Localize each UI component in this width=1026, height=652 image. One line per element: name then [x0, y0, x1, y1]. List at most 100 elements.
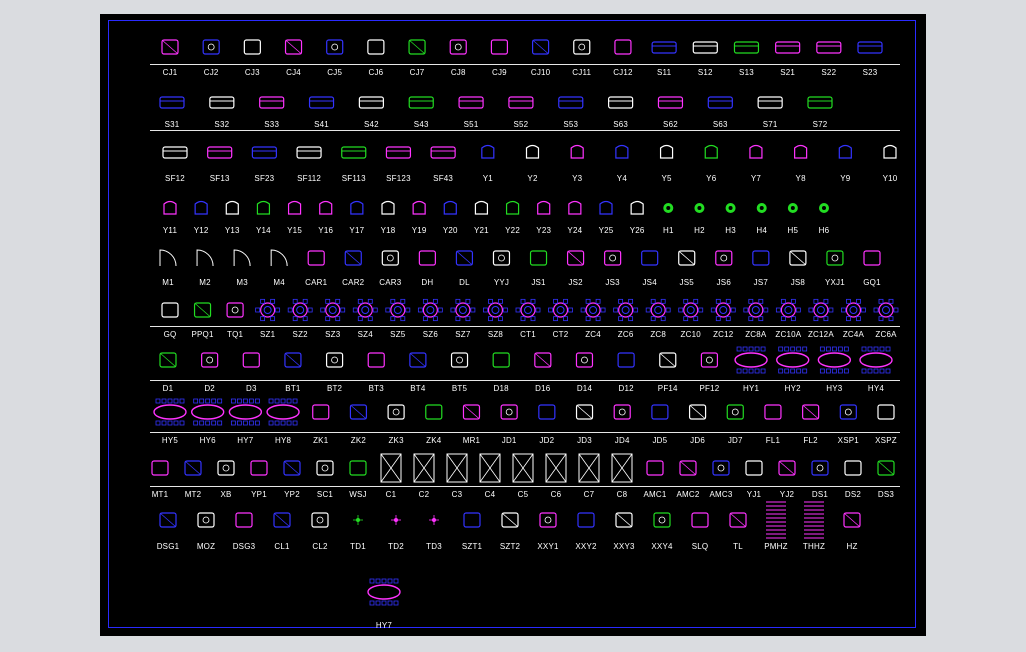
- cad-symbol-amc1: [646, 460, 664, 476]
- symbol-label: XSPZ: [875, 436, 897, 445]
- cad-symbol-zc4a: [841, 298, 866, 322]
- symbol-label: Y25: [598, 226, 614, 235]
- cad-symbol-xsp1: [839, 404, 857, 420]
- symbol-label: FL1: [765, 436, 781, 445]
- cad-symbol-d18: [492, 352, 510, 368]
- cad-symbol-y11: [163, 200, 177, 215]
- cad-symbol-zk1: [312, 404, 330, 420]
- cad-symbol-d3: [242, 352, 260, 368]
- symbol-label: HY8: [274, 436, 292, 445]
- symbol-label: SF43: [433, 174, 454, 183]
- symbol-label: H3: [725, 226, 736, 235]
- cad-symbol-mt1: [151, 460, 169, 476]
- symbol-label: GQ1: [863, 278, 881, 287]
- symbol-label: S63: [613, 120, 629, 129]
- symbol-label: C2: [418, 490, 430, 499]
- symbol-label: XXY4: [651, 542, 673, 551]
- cad-symbol-hy7: [367, 578, 401, 606]
- symbol-label: S62: [663, 120, 678, 129]
- cad-symbol-c3: [446, 453, 468, 483]
- cad-symbol-dh: [418, 250, 436, 266]
- cad-symbol-c7: [578, 453, 600, 483]
- cad-symbol-mr1: [462, 404, 481, 420]
- cad-symbol-y5: [659, 144, 674, 159]
- cad-symbol-hy7: [228, 398, 263, 426]
- cad-symbol-s53: [558, 96, 584, 109]
- symbol-label: Y6: [706, 174, 717, 183]
- cad-symbol-cj1: [161, 39, 179, 55]
- symbol-label: C4: [484, 490, 496, 499]
- row-separator-line: [150, 130, 900, 131]
- cad-symbol-y25: [599, 200, 613, 215]
- symbol-label: H2: [694, 226, 705, 235]
- symbol-label: S21: [780, 68, 796, 77]
- cad-symbol-js4: [641, 250, 659, 266]
- symbol-label: C7: [583, 490, 595, 499]
- cad-symbol-sf112: [296, 146, 322, 159]
- symbol-label: BT1: [285, 384, 301, 393]
- cad-symbol-h2: [694, 203, 705, 213]
- cad-symbol-jd6: [688, 404, 707, 420]
- symbol-label: PF14: [657, 384, 678, 393]
- cad-symbol-hy6: [190, 398, 225, 426]
- symbol-label: Y4: [616, 174, 627, 183]
- cad-symbol-cj5: [326, 39, 344, 55]
- cad-symbol-pf12: [700, 352, 719, 368]
- symbol-label: ZC10A: [775, 330, 802, 339]
- symbol-label: MOZ: [196, 542, 216, 551]
- cad-symbol-y8: [794, 144, 808, 159]
- cad-symbol-yxj1: [826, 250, 844, 266]
- symbol-label: D18: [493, 384, 509, 393]
- symbol-label: Y15: [287, 226, 302, 235]
- symbol-label: Y7: [750, 174, 762, 183]
- symbol-label: Y9: [840, 174, 851, 183]
- symbol-label: SF123: [386, 174, 411, 183]
- cad-symbol-cj10: [531, 39, 550, 55]
- cad-symbol-fl1: [764, 404, 782, 420]
- symbol-label: ZK4: [426, 436, 442, 445]
- symbol-label: JD6: [690, 436, 705, 445]
- cad-symbol-dsg1: [159, 512, 177, 528]
- symbol-label: SZ3: [325, 330, 341, 339]
- symbol-label: S51: [463, 120, 479, 129]
- cad-symbol-s21: [775, 41, 801, 54]
- symbol-label: SZ8: [487, 330, 504, 339]
- cad-drawing-viewport[interactable]: CJ1 CJ2 CJ3 CJ4 CJ5 CJ6 CJ7 CJ8 CJ9 CJ10 CJ11 CJ12 S…: [100, 14, 926, 636]
- symbol-label: JD2: [539, 436, 555, 445]
- cad-symbol-h3: [725, 203, 736, 213]
- cad-symbol-sc1: [316, 460, 334, 476]
- row-separator-line: [150, 64, 900, 65]
- cad-symbol-pf14: [659, 352, 677, 368]
- cad-symbol-cj8: [449, 39, 467, 55]
- cad-symbol-d16: [534, 352, 552, 368]
- symbol-label: Y16: [318, 226, 334, 235]
- cad-symbol-sz3: [320, 298, 346, 322]
- cad-symbol-y17: [350, 200, 364, 215]
- cad-symbol-y16: [319, 200, 333, 215]
- symbol-label: Y20: [442, 226, 458, 235]
- cad-symbol-dsg3: [235, 512, 253, 528]
- symbol-label: DSG1: [156, 542, 180, 551]
- symbol-label: DS2: [844, 490, 862, 499]
- cad-symbol-car2: [344, 250, 362, 266]
- cad-symbol-c6: [545, 453, 567, 483]
- symbol-label: TD3: [426, 542, 442, 551]
- symbol-label: SZ6: [422, 330, 438, 339]
- symbol-label: Y8: [795, 174, 806, 183]
- cad-symbol-zc4: [580, 298, 606, 322]
- cad-symbol-s23: [857, 41, 883, 54]
- symbol-label: HY1: [742, 384, 760, 393]
- cad-symbol-cj3: [243, 39, 261, 55]
- symbol-label: CT2: [552, 330, 569, 339]
- symbol-label: Y19: [411, 226, 427, 235]
- cad-symbol-sz8: [483, 298, 508, 322]
- cad-symbol-jd7: [726, 404, 744, 420]
- cad-symbol-y22: [505, 200, 520, 215]
- cad-symbol-ds1: [811, 460, 829, 476]
- symbol-label: JS1: [531, 278, 546, 287]
- symbol-label: CJ5: [327, 68, 343, 77]
- symbol-label: CJ9: [491, 68, 507, 77]
- symbol-label: Y24: [567, 226, 583, 235]
- symbol-label: ZC10: [680, 330, 701, 339]
- cad-symbol-sz6: [417, 298, 443, 322]
